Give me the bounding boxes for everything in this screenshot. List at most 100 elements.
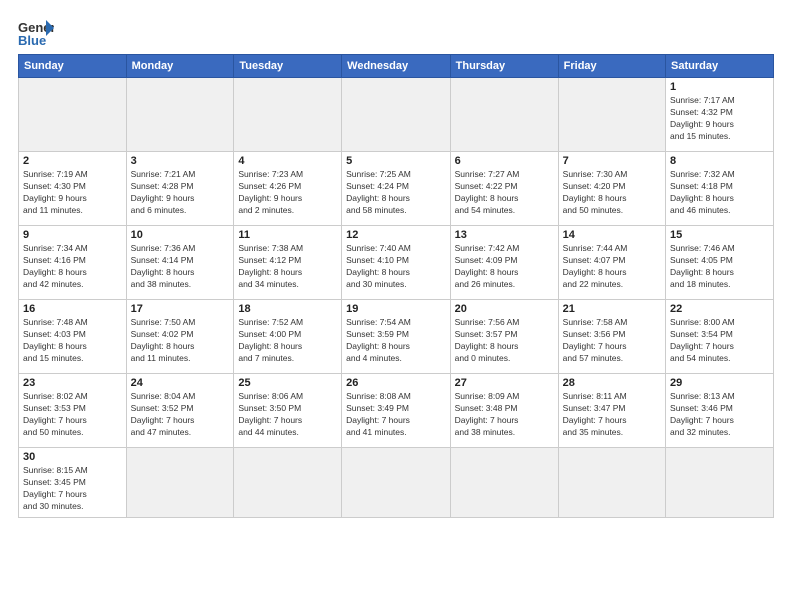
calendar-cell: 26 Sunrise: 8:08 AM Sunset: 3:49 PM Dayli… [342, 374, 450, 448]
day-info: Sunrise: 8:15 AM Sunset: 3:45 PM Dayligh… [23, 465, 122, 513]
calendar-cell: 27 Sunrise: 8:09 AM Sunset: 3:48 PM Dayli… [450, 374, 558, 448]
day-number: 6 [455, 155, 554, 167]
calendar-cell: 17 Sunrise: 7:50 AM Sunset: 4:02 PM Dayli… [126, 300, 234, 374]
day-info: Sunrise: 7:40 AM Sunset: 4:10 PM Dayligh… [346, 243, 445, 291]
calendar-cell: 23 Sunrise: 8:02 AM Sunset: 3:53 PM Dayli… [19, 374, 127, 448]
calendar-week-row: 30 Sunrise: 8:15 AM Sunset: 3:45 PM Dayli… [19, 448, 774, 518]
calendar-cell [234, 448, 342, 518]
day-number: 29 [670, 377, 769, 389]
calendar-cell [558, 78, 665, 152]
day-info: Sunrise: 7:21 AM Sunset: 4:28 PM Dayligh… [131, 169, 230, 217]
calendar-cell: 30 Sunrise: 8:15 AM Sunset: 3:45 PM Dayli… [19, 448, 127, 518]
calendar-cell [558, 448, 665, 518]
day-number: 11 [238, 229, 337, 241]
day-info: Sunrise: 8:11 AM Sunset: 3:47 PM Dayligh… [563, 391, 661, 439]
calendar-cell: 10 Sunrise: 7:36 AM Sunset: 4:14 PM Dayli… [126, 226, 234, 300]
day-number: 30 [23, 451, 122, 463]
header: General Blue [18, 18, 774, 48]
calendar-week-row: 9 Sunrise: 7:34 AM Sunset: 4:16 PM Daylig… [19, 226, 774, 300]
day-info: Sunrise: 7:38 AM Sunset: 4:12 PM Dayligh… [238, 243, 337, 291]
day-info: Sunrise: 7:36 AM Sunset: 4:14 PM Dayligh… [131, 243, 230, 291]
svg-text:Blue: Blue [18, 33, 46, 48]
calendar-cell [450, 448, 558, 518]
day-number: 2 [23, 155, 122, 167]
calendar-cell: 12 Sunrise: 7:40 AM Sunset: 4:10 PM Dayli… [342, 226, 450, 300]
day-info: Sunrise: 7:56 AM Sunset: 3:57 PM Dayligh… [455, 317, 554, 365]
calendar-week-row: 1Sunrise: 7:17 AM Sunset: 4:32 PM Daylig… [19, 78, 774, 152]
day-number: 13 [455, 229, 554, 241]
calendar-cell: 16Sunrise: 7:48 AM Sunset: 4:03 PM Dayli… [19, 300, 127, 374]
day-number: 26 [346, 377, 445, 389]
calendar-cell: 4 Sunrise: 7:23 AM Sunset: 4:26 PM Daylig… [234, 152, 342, 226]
day-number: 9 [23, 229, 122, 241]
calendar-cell: 5 Sunrise: 7:25 AM Sunset: 4:24 PM Daylig… [342, 152, 450, 226]
day-number: 24 [131, 377, 230, 389]
day-info: Sunrise: 8:13 AM Sunset: 3:46 PM Dayligh… [670, 391, 769, 439]
calendar-cell [342, 448, 450, 518]
day-info: Sunrise: 8:04 AM Sunset: 3:52 PM Dayligh… [131, 391, 230, 439]
day-info: Sunrise: 7:42 AM Sunset: 4:09 PM Dayligh… [455, 243, 554, 291]
day-number: 17 [131, 303, 230, 315]
day-info: Sunrise: 7:44 AM Sunset: 4:07 PM Dayligh… [563, 243, 661, 291]
calendar: SundayMondayTuesdayWednesdayThursdayFrid… [18, 54, 774, 518]
calendar-cell: 15Sunrise: 7:46 AM Sunset: 4:05 PM Dayli… [666, 226, 774, 300]
calendar-cell: 9 Sunrise: 7:34 AM Sunset: 4:16 PM Daylig… [19, 226, 127, 300]
day-info: Sunrise: 7:19 AM Sunset: 4:30 PM Dayligh… [23, 169, 122, 217]
calendar-cell: 13 Sunrise: 7:42 AM Sunset: 4:09 PM Dayli… [450, 226, 558, 300]
day-number: 5 [346, 155, 445, 167]
day-number: 23 [23, 377, 122, 389]
day-info: Sunrise: 8:02 AM Sunset: 3:53 PM Dayligh… [23, 391, 122, 439]
calendar-cell: 7 Sunrise: 7:30 AM Sunset: 4:20 PM Daylig… [558, 152, 665, 226]
weekday-header-tuesday: Tuesday [234, 55, 342, 78]
calendar-cell: 18 Sunrise: 7:52 AM Sunset: 4:00 PM Dayli… [234, 300, 342, 374]
calendar-cell: 29 Sunrise: 8:13 AM Sunset: 3:46 PM Dayli… [666, 374, 774, 448]
day-info: Sunrise: 7:30 AM Sunset: 4:20 PM Dayligh… [563, 169, 661, 217]
calendar-cell [126, 448, 234, 518]
day-info: Sunrise: 8:08 AM Sunset: 3:49 PM Dayligh… [346, 391, 445, 439]
calendar-cell [126, 78, 234, 152]
day-info: Sunrise: 7:52 AM Sunset: 4:00 PM Dayligh… [238, 317, 337, 365]
calendar-cell: 2 Sunrise: 7:19 AM Sunset: 4:30 PM Daylig… [19, 152, 127, 226]
day-number: 19 [346, 303, 445, 315]
calendar-cell: 8Sunrise: 7:32 AM Sunset: 4:18 PM Daylig… [666, 152, 774, 226]
day-number: 21 [563, 303, 661, 315]
calendar-cell [666, 448, 774, 518]
calendar-cell: 28 Sunrise: 8:11 AM Sunset: 3:47 PM Dayli… [558, 374, 665, 448]
day-number: 27 [455, 377, 554, 389]
day-info: Sunrise: 7:50 AM Sunset: 4:02 PM Dayligh… [131, 317, 230, 365]
day-info: Sunrise: 7:48 AM Sunset: 4:03 PM Dayligh… [23, 317, 122, 365]
calendar-cell: 6Sunrise: 7:27 AM Sunset: 4:22 PM Daylig… [450, 152, 558, 226]
calendar-week-row: 16Sunrise: 7:48 AM Sunset: 4:03 PM Dayli… [19, 300, 774, 374]
calendar-cell [342, 78, 450, 152]
day-number: 15 [670, 229, 769, 241]
day-info: Sunrise: 8:06 AM Sunset: 3:50 PM Dayligh… [238, 391, 337, 439]
calendar-cell: 3Sunrise: 7:21 AM Sunset: 4:28 PM Daylig… [126, 152, 234, 226]
calendar-cell: 14 Sunrise: 7:44 AM Sunset: 4:07 PM Dayli… [558, 226, 665, 300]
calendar-cell [234, 78, 342, 152]
day-info: Sunrise: 7:54 AM Sunset: 3:59 PM Dayligh… [346, 317, 445, 365]
day-number: 18 [238, 303, 337, 315]
day-number: 25 [238, 377, 337, 389]
weekday-header-friday: Friday [558, 55, 665, 78]
calendar-cell: 21Sunrise: 7:58 AM Sunset: 3:56 PM Dayli… [558, 300, 665, 374]
day-info: Sunrise: 7:23 AM Sunset: 4:26 PM Dayligh… [238, 169, 337, 217]
calendar-cell: 25 Sunrise: 8:06 AM Sunset: 3:50 PM Dayli… [234, 374, 342, 448]
calendar-cell [19, 78, 127, 152]
day-number: 22 [670, 303, 769, 315]
day-number: 7 [563, 155, 661, 167]
weekday-header-monday: Monday [126, 55, 234, 78]
page: General Blue SundayMondayTuesdayWednesda… [0, 0, 792, 612]
day-info: Sunrise: 7:17 AM Sunset: 4:32 PM Dayligh… [670, 95, 769, 143]
day-info: Sunrise: 8:09 AM Sunset: 3:48 PM Dayligh… [455, 391, 554, 439]
day-number: 4 [238, 155, 337, 167]
day-number: 28 [563, 377, 661, 389]
weekday-header-row: SundayMondayTuesdayWednesdayThursdayFrid… [19, 55, 774, 78]
day-number: 12 [346, 229, 445, 241]
day-number: 14 [563, 229, 661, 241]
day-number: 10 [131, 229, 230, 241]
weekday-header-sunday: Sunday [19, 55, 127, 78]
day-info: Sunrise: 7:25 AM Sunset: 4:24 PM Dayligh… [346, 169, 445, 217]
calendar-cell: 22Sunrise: 8:00 AM Sunset: 3:54 PM Dayli… [666, 300, 774, 374]
calendar-week-row: 2 Sunrise: 7:19 AM Sunset: 4:30 PM Daylig… [19, 152, 774, 226]
day-info: Sunrise: 7:34 AM Sunset: 4:16 PM Dayligh… [23, 243, 122, 291]
